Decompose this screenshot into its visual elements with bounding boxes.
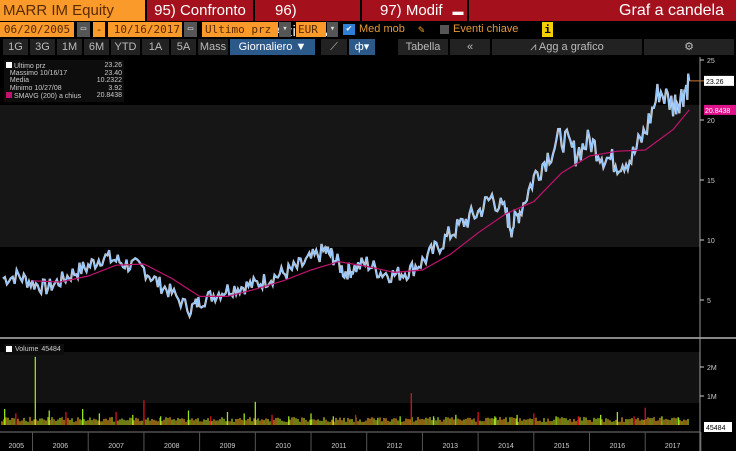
x-tick-label: 2015 (554, 443, 570, 450)
volume-y-tick-label: 1M (707, 394, 717, 401)
plot-band (0, 105, 700, 247)
add-to-chart-label: Agg a grafico (538, 41, 604, 53)
legend-sma: SMAVG (200) a chius 20.8438 (6, 92, 122, 100)
sma-value-label: 20.8438 (705, 108, 730, 115)
legend-value: 20.8438 (96, 92, 122, 100)
x-tick-label: 2005 (8, 443, 24, 450)
chart-svg[interactable]: 2005 2006 2007 2008 2009 2010 2011 2012 2013 2014… (0, 57, 736, 451)
period-mass[interactable]: Mass (198, 39, 228, 55)
volume-legend-label: Volume (15, 346, 39, 353)
legend-label: Media (9, 77, 29, 85)
y-tick-label: 25 (707, 58, 715, 65)
period-ytd[interactable]: YTD (111, 39, 140, 55)
legend-value: 3.92 (108, 84, 122, 92)
end-date-field[interactable]: 10/16/2017 (108, 22, 182, 37)
y-tick-label: 10 (707, 238, 715, 245)
gear-icon: ⚙ (684, 41, 694, 53)
x-tick-label: 2014 (498, 443, 514, 450)
calendar-icon[interactable]: ▭ (77, 22, 90, 37)
compare-button[interactable]: 95) Confronto (147, 0, 253, 21)
med-mob-checkbox[interactable]: ✔ (343, 24, 355, 35)
volume-band (0, 352, 700, 403)
x-tick-label: 2008 (164, 443, 180, 450)
legend-value: 10.2322 (96, 77, 122, 85)
volume-legend: Volume 45484 (4, 344, 64, 355)
x-tick-label: 2010 (275, 443, 291, 450)
period-1a[interactable]: 1A (142, 39, 169, 55)
back-button[interactable]: « (450, 39, 490, 55)
chevron-down-icon[interactable]: ▾ (327, 22, 338, 37)
volume-y-tick-label: 2M (707, 365, 717, 372)
y-tick-label: 5 (707, 298, 711, 305)
period-1g[interactable]: 1G (3, 39, 28, 55)
last-price-label: 23.26 (706, 79, 724, 86)
start-date-field[interactable]: 06/20/2005 (0, 22, 74, 37)
volume-legend-value: 45484 (41, 346, 61, 353)
price-legend: Ultimo prz 23.26 Massimo 10/16/17 23.40 Me… (4, 60, 124, 102)
x-tick-label: 2012 (387, 443, 403, 450)
settings-button[interactable]: ⚙ (644, 39, 734, 55)
candle-chart-icon[interactable]: ф▾ (349, 39, 375, 55)
modify-button[interactable]: 97) Modif ▬ (362, 0, 467, 21)
currency-select[interactable]: EUR (296, 22, 326, 37)
ticker-field[interactable]: MARR IM Equity (0, 0, 145, 21)
field-select[interactable]: Ultimo prz (202, 22, 278, 37)
window-title: Graf a candela (469, 0, 736, 21)
legend-swatch (6, 62, 12, 68)
add-to-chart-button[interactable]: ⩘ Agg a grafico (492, 39, 642, 55)
period-3g[interactable]: 3G (30, 39, 55, 55)
info-icon[interactable]: i (542, 22, 553, 37)
key-events-label: Eventi chiave (453, 23, 519, 35)
y-tick-label: 20 (707, 118, 715, 125)
legend-swatch (6, 92, 12, 99)
line-chart-icon[interactable]: ⟋ (321, 39, 347, 55)
frequency-select[interactable]: Giornaliero ▼ (230, 39, 315, 55)
x-tick-label: 2017 (665, 443, 681, 450)
period-1m[interactable]: 1M (57, 39, 82, 55)
date-separator: - (93, 22, 105, 37)
period-6m[interactable]: 6M (84, 39, 109, 55)
legend-value: 23.40 (104, 69, 122, 77)
x-tick-label: 2007 (108, 443, 124, 450)
legend-swatch (6, 346, 12, 352)
x-tick-label: 2011 (331, 443, 346, 450)
legend-low: Minimo 10/27/08 3.92 (6, 85, 122, 93)
table-button[interactable]: Tabella (398, 39, 448, 55)
chart-add-icon: ⩘ (530, 41, 539, 53)
calendar-icon[interactable]: ▭ (184, 22, 197, 37)
legend-avg: Media 10.2322 (6, 77, 122, 85)
legend-last: Ultimo prz 23.26 (6, 62, 122, 70)
x-tick-label: 2013 (442, 443, 458, 450)
legend-label: Massimo 10/16/17 (9, 69, 68, 77)
pencil-icon[interactable]: ✎ (418, 22, 425, 37)
legend-value: 23.26 (104, 62, 122, 69)
dropdown-arrow-icon: ▬ (452, 6, 464, 18)
legend-label: Minimo 10/27/08 (9, 84, 62, 92)
x-tick-label: 2006 (53, 443, 69, 450)
y-tick-label: 15 (707, 178, 715, 185)
modify-label: 97) Modif (380, 2, 443, 19)
med-mob-label: Med mob (359, 23, 405, 35)
period-5a[interactable]: 5A (171, 39, 196, 55)
chevron-down-icon[interactable]: ▾ (279, 22, 291, 37)
x-tick-label: 2009 (220, 443, 236, 450)
actions-button[interactable]: 96) Azioni▬ (255, 0, 360, 40)
legend-high: Massimo 10/16/17 23.40 (6, 70, 122, 78)
legend-label: SMAVG (200) a chius (13, 93, 82, 101)
x-tick-label: 2016 (610, 443, 626, 450)
key-events-checkbox[interactable] (440, 25, 449, 34)
volume-last-label: 45484 (706, 425, 726, 432)
